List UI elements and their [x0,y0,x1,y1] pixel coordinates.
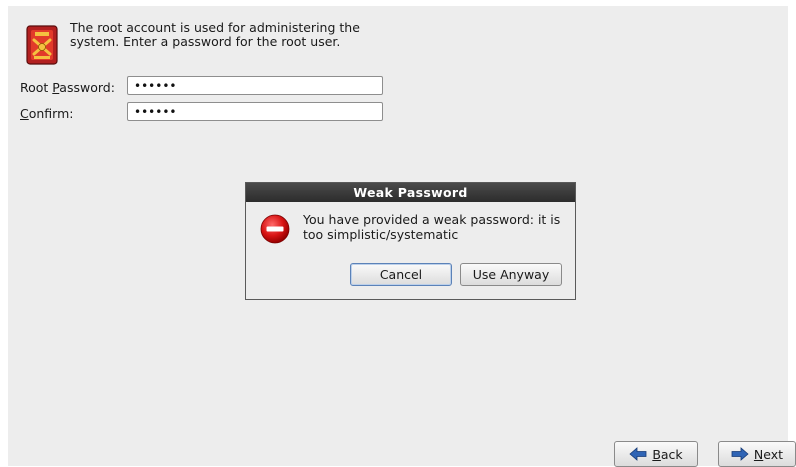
arrow-right-icon [731,447,749,461]
root-shield-icon [26,25,58,65]
use-anyway-button[interactable]: Use Anyway [460,263,562,286]
next-button-label: Next [753,446,784,462]
dialog-title: Weak Password [246,183,575,202]
back-button-label: Back [652,446,683,462]
back-button[interactable]: Back [614,441,698,467]
confirm-label: Confirm: [20,106,74,121]
dialog-message: You have provided a weak password: it is… [303,212,561,242]
header-description: The root account is used for administeri… [70,20,360,49]
root-password-input[interactable] [127,76,383,95]
error-icon [260,214,290,244]
use-anyway-button-label: Use Anyway [472,267,550,282]
weak-password-dialog: Weak Password You have provided a weak p… [245,182,576,300]
cancel-button[interactable]: Cancel [350,263,452,286]
root-password-label: Root Password: [20,80,115,95]
cancel-button-label: Cancel [379,267,423,282]
confirm-password-input[interactable] [127,102,383,121]
next-button[interactable]: Next [718,441,796,467]
arrow-left-icon [629,447,647,461]
installer-screen: The root account is used for administeri… [0,0,796,467]
